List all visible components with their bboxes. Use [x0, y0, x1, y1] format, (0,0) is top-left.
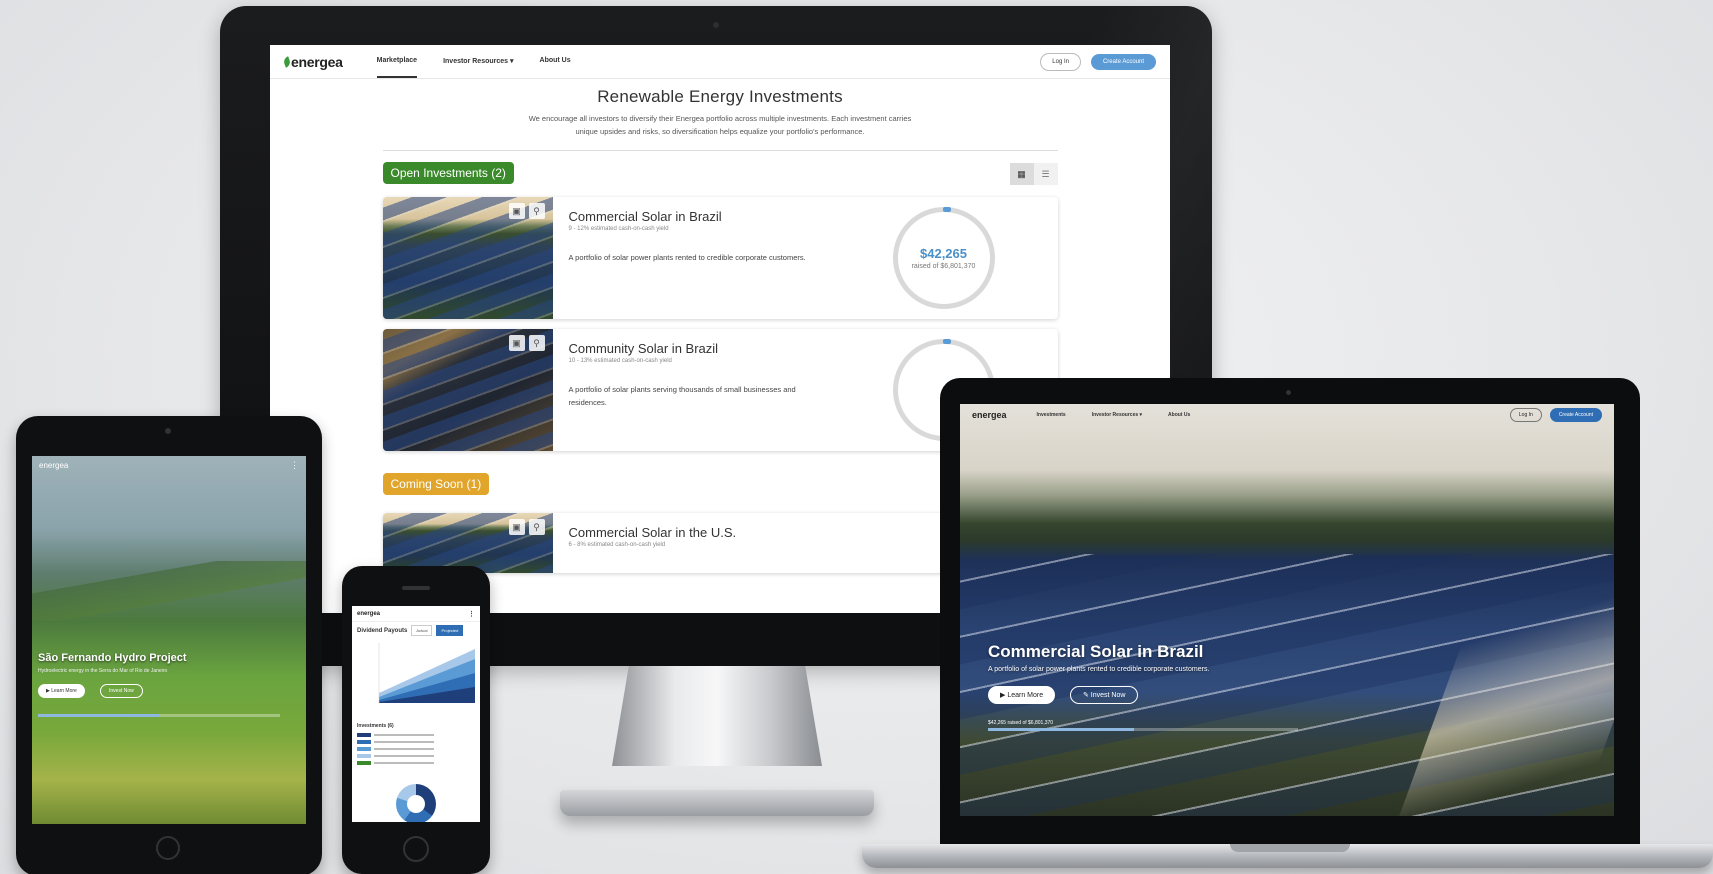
nav-about-us[interactable]: About Us	[1168, 412, 1190, 418]
raise-progress-bar	[988, 728, 1298, 731]
list-item	[357, 731, 475, 738]
tablet-camera	[165, 428, 171, 434]
home-button[interactable]	[156, 836, 180, 860]
investment-yield: 6 - 8% estimated cash-on-cash yield	[568, 542, 666, 548]
tab-projected[interactable]: Projected	[436, 625, 464, 636]
map-pin-icon[interactable]: ⚲	[528, 519, 545, 535]
raise-goal: raised of $6,801,370	[911, 263, 976, 270]
investment-yield: 9 - 12% estimated cash-on-cash yield	[568, 226, 669, 232]
nav-investor-resources[interactable]: Investor Resources ▾	[443, 45, 513, 78]
tablet-logo[interactable]: energea	[39, 461, 68, 470]
phone-speaker	[402, 586, 430, 590]
nav-investor-resources[interactable]: Investor Resources ▾	[1092, 412, 1142, 418]
investments-title: Investments (6)	[357, 723, 394, 729]
list-item	[357, 738, 475, 745]
laptop-screen: energea Investments Investor Resources ▾…	[960, 404, 1614, 816]
raise-progress-fill	[988, 728, 1134, 731]
coming-soon-badge: Coming Soon (1)	[382, 473, 490, 495]
investment-description: A portfolio of solar plants serving thou…	[568, 385, 796, 407]
dividend-header: Dividend Payouts Actual Projected	[352, 622, 480, 639]
invest-now-button[interactable]: ✎ Invest Now	[1070, 686, 1139, 704]
investment-yield: 10 - 13% estimated cash-on-cash yield	[568, 358, 672, 364]
learn-more-button[interactable]: ▶ Learn More	[988, 686, 1056, 704]
main-nav: Marketplace Investor Resources ▾ About U…	[376, 45, 571, 78]
more-menu-icon[interactable]: ⋮	[290, 460, 299, 471]
image-toggle: ▣ ⚲	[508, 335, 545, 351]
dividend-chart	[357, 643, 475, 705]
open-investments-badge: Open Investments (2)	[382, 162, 514, 184]
list-item	[357, 752, 475, 759]
mountain-backdrop	[32, 561, 306, 621]
raise-progress-fill	[38, 714, 159, 717]
page-title: Renewable Energy Investments	[597, 87, 843, 106]
view-toggle: ▦ ☰	[1009, 163, 1058, 185]
page-description: We encourage all investors to diversify …	[528, 114, 912, 136]
raised-text: $42,265 raised of $6,801,370	[988, 720, 1054, 726]
project-subtitle: Hydroelectric energy in the Serra do Mar…	[38, 668, 168, 674]
hero-title: Commercial Solar in Brazil	[988, 642, 1204, 661]
investments-donut-chart	[396, 784, 436, 822]
tab-actual[interactable]: Actual	[411, 625, 433, 636]
tablet-header: energea ⋮	[32, 456, 306, 474]
more-menu-icon[interactable]: ⋮	[468, 610, 475, 618]
image-toggle: ▣ ⚲	[508, 203, 545, 219]
create-account-button[interactable]: Create Account	[1090, 53, 1156, 70]
laptop-nav: Investments Investor Resources ▾ About U…	[1037, 412, 1191, 418]
list-view-icon[interactable]: ☰	[1033, 163, 1058, 185]
image-icon[interactable]: ▣	[508, 203, 525, 219]
login-button[interactable]: Log In	[1509, 408, 1542, 422]
tablet-screen: energea ⋮ São Fernando Hydro Project Hyd…	[32, 456, 306, 824]
laptop-header: energea Investments Investor Resources ▾…	[960, 404, 1614, 426]
phone-screen: energea ⋮ Dividend Payouts Actual Projec…	[352, 606, 480, 822]
investment-card[interactable]: ▣ ⚲ Commercial Solar in Brazil 9 - 12% e…	[382, 197, 1058, 319]
raise-progress-ring: $42,265 raised of $6,801,370	[892, 207, 995, 309]
imac-camera	[713, 22, 719, 28]
dividend-area-chart	[378, 643, 475, 703]
raised-amount: $42,265	[920, 246, 967, 261]
dividend-title: Dividend Payouts	[357, 627, 408, 634]
divider	[382, 150, 1058, 151]
grid-view-icon[interactable]: ▦	[1009, 163, 1034, 185]
list-item	[357, 745, 475, 752]
map-pin-icon[interactable]: ⚲	[528, 203, 545, 219]
open-investments-header: Open Investments (2) ▦ ☰	[382, 161, 1058, 187]
site-logo[interactable]: energea	[282, 54, 343, 70]
raise-progress-bar	[38, 714, 280, 717]
phone-header: energea ⋮	[352, 606, 480, 622]
laptop-notch	[1230, 844, 1350, 852]
list-item	[357, 759, 475, 766]
header-actions: Log In Create Account	[1040, 52, 1156, 71]
hero-subtitle: A portfolio of solar power plants rented…	[988, 666, 1210, 673]
learn-more-button[interactable]: ▶ Learn More	[38, 684, 85, 698]
image-icon[interactable]: ▣	[508, 335, 525, 351]
image-icon[interactable]: ▣	[508, 519, 525, 535]
investments-legend	[352, 731, 480, 766]
nav-about-us[interactable]: About Us	[540, 45, 571, 78]
investment-title[interactable]: Commercial Solar in Brazil	[569, 209, 722, 224]
laptop-logo[interactable]: energea	[972, 410, 1007, 420]
investment-title[interactable]: Commercial Solar in the U.S.	[569, 525, 737, 540]
imac-stand-foot	[560, 790, 874, 816]
image-toggle: ▣ ⚲	[508, 519, 545, 535]
imac-stand-neck	[612, 666, 822, 766]
phone-logo[interactable]: energea	[357, 611, 380, 617]
create-account-button[interactable]: Create Account	[1549, 408, 1602, 422]
invest-now-button[interactable]: Invest Now	[100, 684, 143, 698]
map-pin-icon[interactable]: ⚲	[528, 335, 545, 351]
laptop-header-actions: Log In Create Account	[1509, 408, 1602, 422]
nav-marketplace[interactable]: Marketplace	[376, 45, 418, 78]
tablet-frame: energea ⋮ São Fernando Hydro Project Hyd…	[16, 416, 322, 874]
project-title: São Fernando Hydro Project	[38, 652, 187, 664]
login-button[interactable]: Log In	[1040, 52, 1081, 71]
home-button[interactable]	[403, 836, 429, 862]
site-header: energea Marketplace Investor Resources ▾…	[270, 45, 1170, 79]
investment-title[interactable]: Community Solar in Brazil	[569, 341, 719, 356]
investment-description: A portfolio of solar power plants rented…	[568, 253, 806, 262]
nav-investments[interactable]: Investments	[1037, 412, 1066, 418]
phone-frame: energea ⋮ Dividend Payouts Actual Projec…	[342, 566, 490, 874]
laptop-camera	[1286, 390, 1291, 395]
